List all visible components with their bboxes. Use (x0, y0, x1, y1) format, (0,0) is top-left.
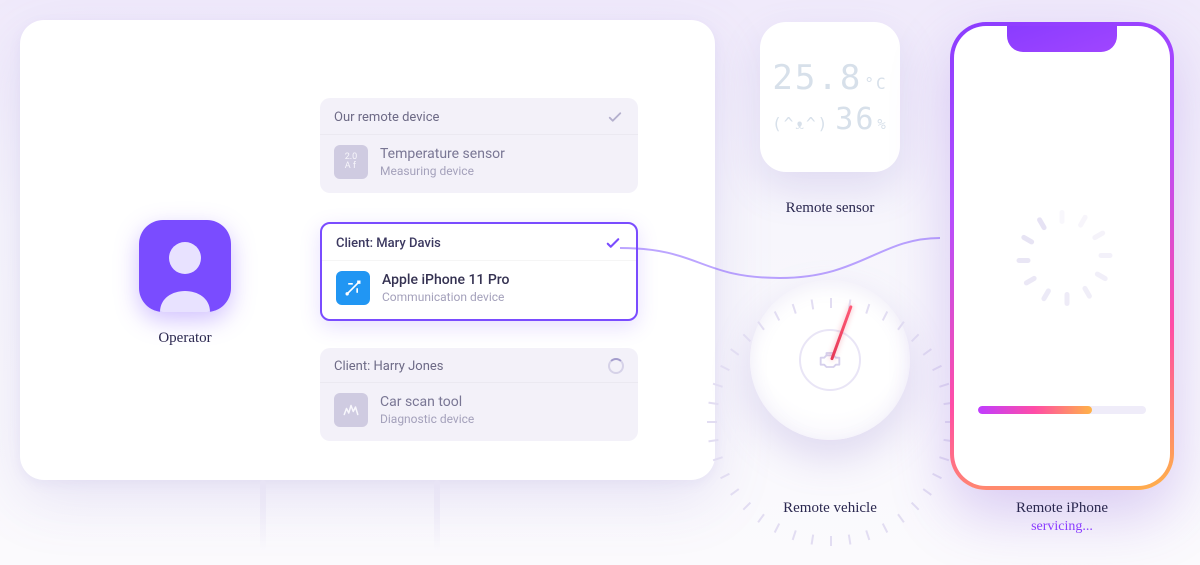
check-icon (606, 108, 624, 126)
device-card-car-scan[interactable]: Client: Harry Jones Car scan tool Diagno… (320, 348, 638, 441)
device-card-iphone[interactable]: Client: Mary Davis Apple iPhone 11 Pro C… (320, 222, 638, 321)
thermometer-icon: 2.0 A f (334, 145, 368, 179)
device-type: Diagnostic device (380, 412, 474, 426)
loading-spinner-icon (608, 358, 624, 374)
device-name: Car scan tool (380, 394, 474, 410)
remote-sensor-device: 25.8°C (^ᴥ^) 36% (760, 22, 900, 172)
operator-block: Operator (130, 220, 240, 347)
lcd-temperature: 25.8°C (772, 58, 887, 98)
device-type: Communication device (382, 290, 510, 304)
progress-bar (978, 406, 1146, 414)
diagnostic-icon (334, 393, 368, 427)
face-icon: (^ᴥ^) (772, 114, 829, 134)
device-type: Measuring device (380, 164, 505, 178)
phone-status: servicing... (950, 519, 1174, 535)
person-icon (150, 234, 220, 312)
remote-iphone-label: Remote iPhone servicing... (950, 500, 1174, 535)
operator-panel: Operator Our remote device 2.0 A f Tempe… (20, 20, 715, 480)
remote-iphone-device (950, 22, 1174, 490)
phone-notch (1007, 26, 1117, 52)
engine-icon (816, 346, 844, 374)
check-icon (604, 234, 622, 252)
loading-spinner-icon (1034, 206, 1090, 262)
progress-fill (978, 406, 1092, 414)
device-name: Apple iPhone 11 Pro (382, 272, 510, 288)
usb-icon (336, 271, 370, 305)
lcd-humidity: (^ᴥ^) 36% (772, 102, 888, 137)
remote-sensor-label: Remote sensor (760, 200, 900, 217)
operator-avatar (139, 220, 231, 312)
card-header: Client: Mary Davis (336, 236, 441, 251)
card-header: Our remote device (334, 110, 439, 125)
remote-vehicle-label: Remote vehicle (750, 500, 910, 517)
device-name: Temperature sensor (380, 146, 505, 162)
card-header: Client: Harry Jones (334, 359, 444, 374)
remote-vehicle-gauge (750, 280, 910, 440)
device-card-remote-sensor[interactable]: Our remote device 2.0 A f Temperature se… (320, 98, 638, 193)
operator-label: Operator (130, 330, 240, 347)
panel-stand (220, 480, 480, 550)
